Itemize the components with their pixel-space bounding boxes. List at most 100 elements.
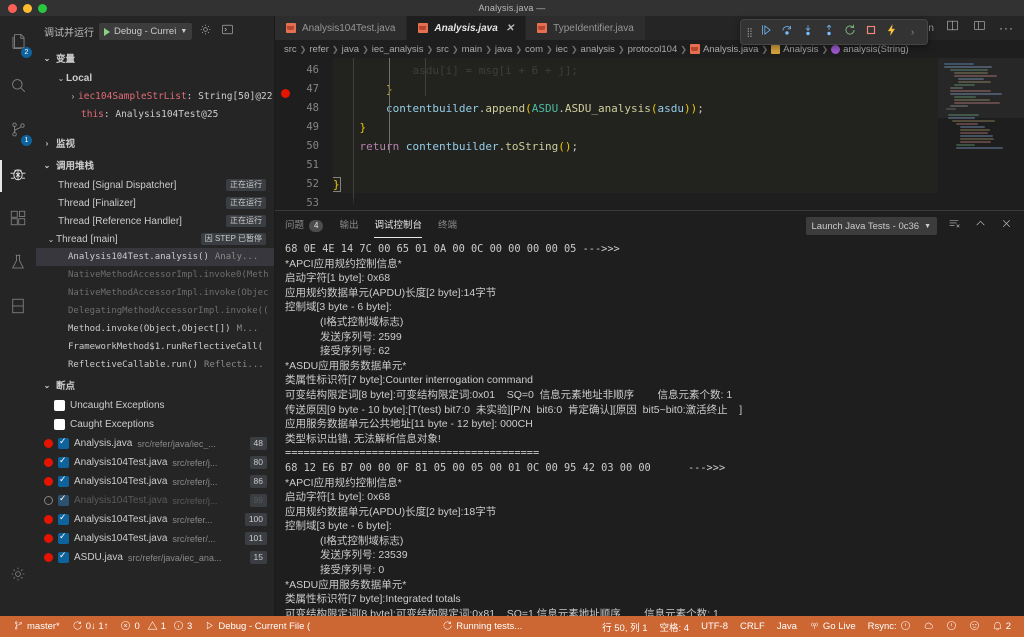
open-launch-settings-button[interactable] — [197, 23, 214, 40]
stop-button[interactable] — [861, 23, 880, 42]
checkbox[interactable] — [58, 550, 69, 563]
editor-layout-button[interactable] — [971, 20, 988, 37]
chevron-down-icon[interactable]: ⌄ — [46, 235, 56, 244]
breakpoint-dot-icon[interactable] — [44, 477, 53, 486]
status-feedback[interactable] — [963, 616, 986, 637]
maximize-panel-button[interactable] — [972, 218, 989, 235]
breadcrumb-item[interactable]: iec_analysis — [372, 44, 424, 55]
gutter-breakpoint-icon[interactable] — [281, 88, 290, 98]
checkbox[interactable] — [58, 493, 69, 506]
section-variables[interactable]: ⌄ 变量 — [36, 47, 274, 69]
breakpoint-row[interactable]: Analysis104Test.java src/refer/j... 80 — [36, 453, 274, 472]
breadcrumb-item[interactable]: main — [462, 44, 483, 55]
tab-debug-console[interactable]: 调试控制台 — [374, 211, 422, 241]
drag-handle[interactable]: ⣿ — [746, 27, 753, 38]
breakpoint-row[interactable]: Analysis104Test.java src/refer/j... 99 — [36, 491, 274, 510]
activity-settings[interactable] — [0, 554, 36, 598]
callstack-frame[interactable]: Analysis104Test.analysis() Analy... — [36, 248, 274, 266]
status-language-mode[interactable]: Java — [771, 616, 803, 637]
breakpoint-row[interactable]: ASDU.java src/refer/java/iec_ana... 15 — [36, 548, 274, 567]
status-encoding[interactable]: UTF-8 — [695, 616, 734, 637]
code-text[interactable]: asdu[i] = msg[i + 6 + j]; } contentbuild… — [333, 57, 938, 210]
step-over-button[interactable] — [777, 23, 796, 42]
variable-row[interactable]: this : Analysis104Test@25 — [36, 105, 274, 123]
minimize-window-button[interactable] — [23, 4, 32, 13]
callstack-frame[interactable]: NativeMethodAccessorImpl.invoke0(Meth — [36, 266, 274, 284]
callstack-frame[interactable]: DelegatingMethodAccessorImpl.invoke(( — [36, 302, 274, 320]
hot-reload-button[interactable] — [882, 23, 901, 42]
code-editor[interactable]: 46 47 48 49 50 51 52 53 54 55 — [275, 57, 1024, 210]
status-cursor-position[interactable]: 行 50, 列 1 — [596, 616, 653, 637]
breadcrumb-item[interactable]: analysis(String) — [843, 44, 908, 55]
tab-analysis104test[interactable]: Analysis104Test.java — [275, 16, 408, 41]
status-eol[interactable]: CRLF — [734, 616, 771, 637]
activity-explorer[interactable]: 2 — [0, 22, 36, 66]
launch-config-select[interactable]: Debug - Currei ▼ — [99, 23, 193, 40]
breakpoint-row[interactable]: Analysis104Test.java src/refer/j... 86 — [36, 472, 274, 491]
breakpoint-dot-icon[interactable] — [44, 553, 53, 562]
breakpoint-row[interactable]: Analysis104Test.java src/refer... 100 — [36, 510, 274, 529]
breakpoint-dot-icon[interactable] — [44, 439, 53, 448]
activity-extensions[interactable] — [0, 198, 36, 242]
checkbox[interactable] — [58, 531, 69, 544]
callstack-frame[interactable]: Method.invoke(Object,Object[]) M... — [36, 320, 274, 338]
activity-run-and-debug[interactable] — [0, 154, 36, 198]
activity-remote-explorer[interactable] — [0, 286, 36, 330]
editor-minimap[interactable] — [938, 57, 1024, 210]
breakpoint-exception-row[interactable]: Caught Exceptions — [36, 415, 274, 434]
callstack-thread[interactable]: Thread [Reference Handler] 正在运行 — [36, 212, 274, 230]
callstack-thread[interactable]: Thread [Signal Dispatcher] 正在运行 — [36, 176, 274, 194]
split-editor-button[interactable] — [944, 20, 961, 37]
editor-gutter[interactable]: 46 47 48 49 50 51 52 53 54 55 — [275, 58, 333, 210]
activity-testing[interactable] — [0, 242, 36, 286]
tab-terminal[interactable]: 终端 — [438, 211, 457, 241]
breakpoint-row[interactable]: Analysis104Test.java src/refer/... 101 — [36, 529, 274, 548]
breakpoint-exception-row[interactable]: Uncaught Exceptions — [36, 396, 274, 415]
debug-toolbar-more[interactable]: › — [903, 23, 922, 42]
step-out-button[interactable] — [819, 23, 838, 42]
tab-analysis[interactable]: Analysis.java ✕ — [407, 16, 527, 41]
breadcrumb-item[interactable]: Analysis.java — [703, 44, 758, 55]
breakpoint-dot-icon[interactable] — [44, 458, 53, 467]
checkbox[interactable] — [58, 512, 69, 525]
checkbox[interactable] — [54, 419, 65, 430]
callstack-frame[interactable]: ReflectiveCallable.run() Reflecti... — [36, 356, 274, 374]
breakpoint-dot-icon[interactable] — [44, 496, 53, 505]
variables-scope-local[interactable]: ⌄ Local — [36, 69, 274, 87]
breadcrumb-item[interactable]: Analysis — [783, 44, 818, 55]
activity-source-control[interactable]: 1 — [0, 110, 36, 154]
breadcrumb-item[interactable]: iec — [556, 44, 568, 55]
debug-session-select[interactable]: Launch Java Tests - 0c36 ▼ — [805, 217, 937, 235]
window-traffic-lights[interactable] — [8, 4, 47, 13]
start-debug-icon[interactable] — [104, 27, 110, 36]
restart-button[interactable] — [840, 23, 859, 42]
debug-toolbar[interactable]: ⣿ › — [740, 19, 928, 45]
tab-output[interactable]: 输出 — [339, 211, 358, 241]
minimap-slider[interactable] — [938, 57, 1024, 118]
status-running-tests[interactable]: Running tests... — [436, 616, 528, 637]
debug-console-output[interactable]: 68 0E 4E 14 7C 00 65 01 0A 00 0C 00 00 0… — [275, 241, 1024, 616]
breadcrumb-item[interactable]: java — [342, 44, 359, 55]
clear-console-button[interactable] — [946, 218, 963, 235]
close-window-button[interactable] — [8, 4, 17, 13]
breakpoint-dot-icon[interactable] — [44, 534, 53, 543]
status-indentation[interactable]: 空格: 4 — [654, 616, 696, 637]
breadcrumb-item[interactable]: refer — [309, 44, 329, 55]
tab-typeidentifier[interactable]: TypeIdentifier.java — [526, 16, 646, 41]
more-actions-button[interactable]: ··· — [998, 20, 1015, 37]
breadcrumb-item[interactable]: analysis — [581, 44, 615, 55]
status-problems[interactable]: 0 1 3 — [114, 616, 198, 637]
chevron-right-icon[interactable]: › — [68, 92, 78, 101]
status-rsync[interactable]: Rsync: — [862, 616, 917, 637]
activity-search[interactable] — [0, 66, 36, 110]
tab-problems[interactable]: 问题 4 — [285, 211, 324, 241]
close-panel-button[interactable] — [998, 218, 1015, 235]
checkbox[interactable] — [58, 436, 69, 449]
breadcrumb-item[interactable]: java — [495, 44, 512, 55]
status-debug-config[interactable]: Debug - Current File ( — [198, 616, 316, 637]
section-callstack[interactable]: ⌄ 调用堆栈 — [36, 154, 274, 176]
open-debug-terminal-button[interactable] — [219, 23, 236, 40]
step-into-button[interactable] — [798, 23, 817, 42]
status-branch[interactable]: master* — [7, 616, 66, 637]
callstack-thread[interactable]: ⌄ Thread [main] 因 STEP 已暂停 — [36, 230, 274, 248]
